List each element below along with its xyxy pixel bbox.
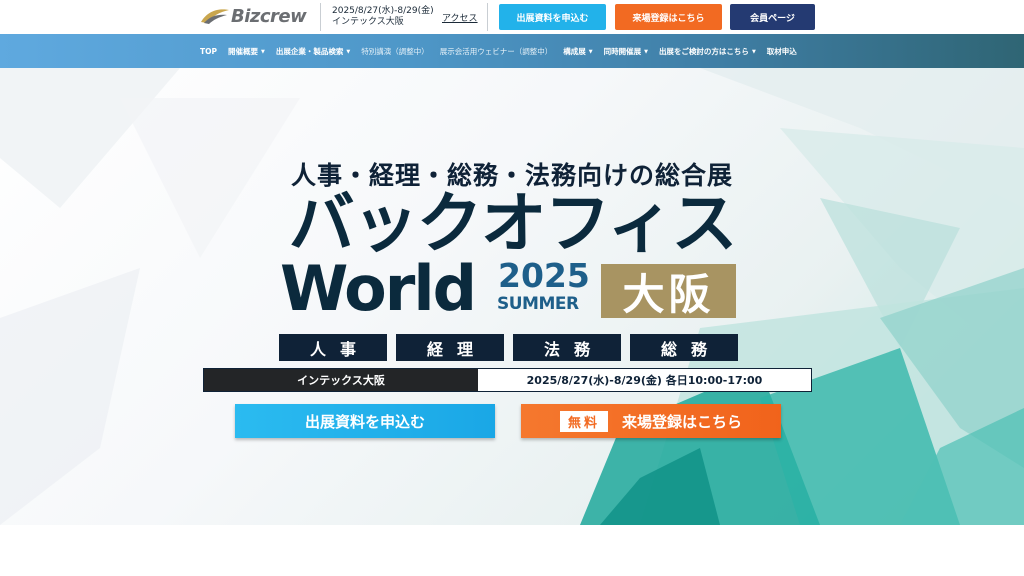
- header-divider: [320, 3, 321, 31]
- venue-label: インテックス大阪: [204, 369, 478, 391]
- nav-item-overview[interactable]: 開催概要 ▼: [228, 46, 265, 57]
- hero-season: SUMMER: [497, 294, 579, 314]
- hero-banner: 人事・経理・総務・法務向けの総合展 バックオフィス World 2025 SUM…: [0, 68, 1024, 525]
- venue-date-bar: インテックス大阪 2025/8/27(水)-8/29(金) 各日10:00-17…: [203, 368, 812, 392]
- free-badge: 無料: [559, 410, 608, 432]
- header-divider: [487, 3, 488, 31]
- hero-city-badge: 大阪: [601, 264, 736, 319]
- visitor-register-button[interactable]: 来場登録はこちら: [615, 4, 722, 30]
- hero-title-world: World: [280, 252, 477, 325]
- event-dates-label: 2025/8/27(水)-8/29(金) 各日10:00-17:00: [478, 369, 811, 391]
- event-date-info: 2025/8/27(水)-8/29(金) インテックス大阪: [332, 6, 434, 28]
- bizcrew-logo[interactable]: Bizcrew: [200, 4, 307, 28]
- hero-year: 2025: [498, 256, 590, 295]
- nav-label: 同時開催展: [603, 46, 642, 56]
- nav-label: 構成展: [563, 46, 586, 56]
- event-date: 2025/8/27(水)-8/29(金): [332, 6, 434, 16]
- category-general-affairs: 総務: [630, 334, 738, 361]
- nav-item-special-lecture[interactable]: 特別講演（調整中）: [361, 46, 429, 57]
- nav-label: 開催概要: [228, 46, 258, 56]
- nav-item-component-shows[interactable]: 構成展 ▼: [563, 46, 592, 57]
- nav-item-webinar[interactable]: 展示会活用ウェビナー（調整中）: [440, 46, 553, 57]
- nav-label: 展示会活用ウェビナー（調整中）: [439, 46, 553, 56]
- nav-label: 取材申込: [766, 46, 797, 56]
- nav-item-concurrent-shows[interactable]: 同時開催展 ▼: [604, 46, 648, 57]
- cta-exhibit-docs-button[interactable]: 出展資料を申込む: [235, 404, 495, 438]
- event-venue: インテックス大阪: [332, 17, 404, 27]
- nav-item-exhibitor-search[interactable]: 出展企業・製品検索 ▼: [276, 46, 350, 57]
- member-page-button[interactable]: 会員ページ: [730, 4, 815, 30]
- caret-down-icon: ▼: [261, 48, 265, 55]
- cta-visitor-register-button[interactable]: 無料 来場登録はこちら: [521, 404, 781, 438]
- nav-item-top[interactable]: TOP: [200, 47, 217, 56]
- access-link[interactable]: アクセス: [442, 11, 478, 24]
- main-nav: TOP 開催概要 ▼ 出展企業・製品検索 ▼ 特別講演（調整中） 展示会活用ウェビナ…: [0, 34, 1024, 68]
- nav-label: 出展をご検討の方はこちら: [658, 46, 749, 56]
- nav-item-exhibit-consider[interactable]: 出展をご検討の方はこちら ▼: [659, 46, 756, 57]
- top-header: Bizcrew 2025/8/27(水)-8/29(金) インテックス大阪 アク…: [0, 0, 1024, 34]
- caret-down-icon: ▼: [644, 48, 648, 55]
- nav-label: 特別講演（調整中）: [361, 46, 429, 56]
- category-legal: 法務: [513, 334, 621, 361]
- logo-text: Bizcrew: [231, 5, 307, 27]
- category-accounting: 経理: [396, 334, 504, 361]
- nav-item-press[interactable]: 取材申込: [767, 46, 797, 57]
- caret-down-icon: ▼: [346, 48, 351, 55]
- logo-wing-icon: [201, 9, 229, 24]
- caret-down-icon: ▼: [588, 48, 593, 55]
- exhibit-docs-button[interactable]: 出展資料を申込む: [499, 4, 606, 30]
- hero-title-jp: バックオフィス: [288, 185, 738, 262]
- category-hr: 人事: [279, 334, 387, 361]
- cta-register-label: 来場登録はこちら: [622, 412, 743, 431]
- category-list: 人事 経理 法務 総務: [279, 334, 747, 361]
- nav-label: 出展企業・製品検索: [275, 46, 344, 56]
- nav-label: TOP: [200, 46, 217, 56]
- caret-down-icon: ▼: [751, 48, 756, 55]
